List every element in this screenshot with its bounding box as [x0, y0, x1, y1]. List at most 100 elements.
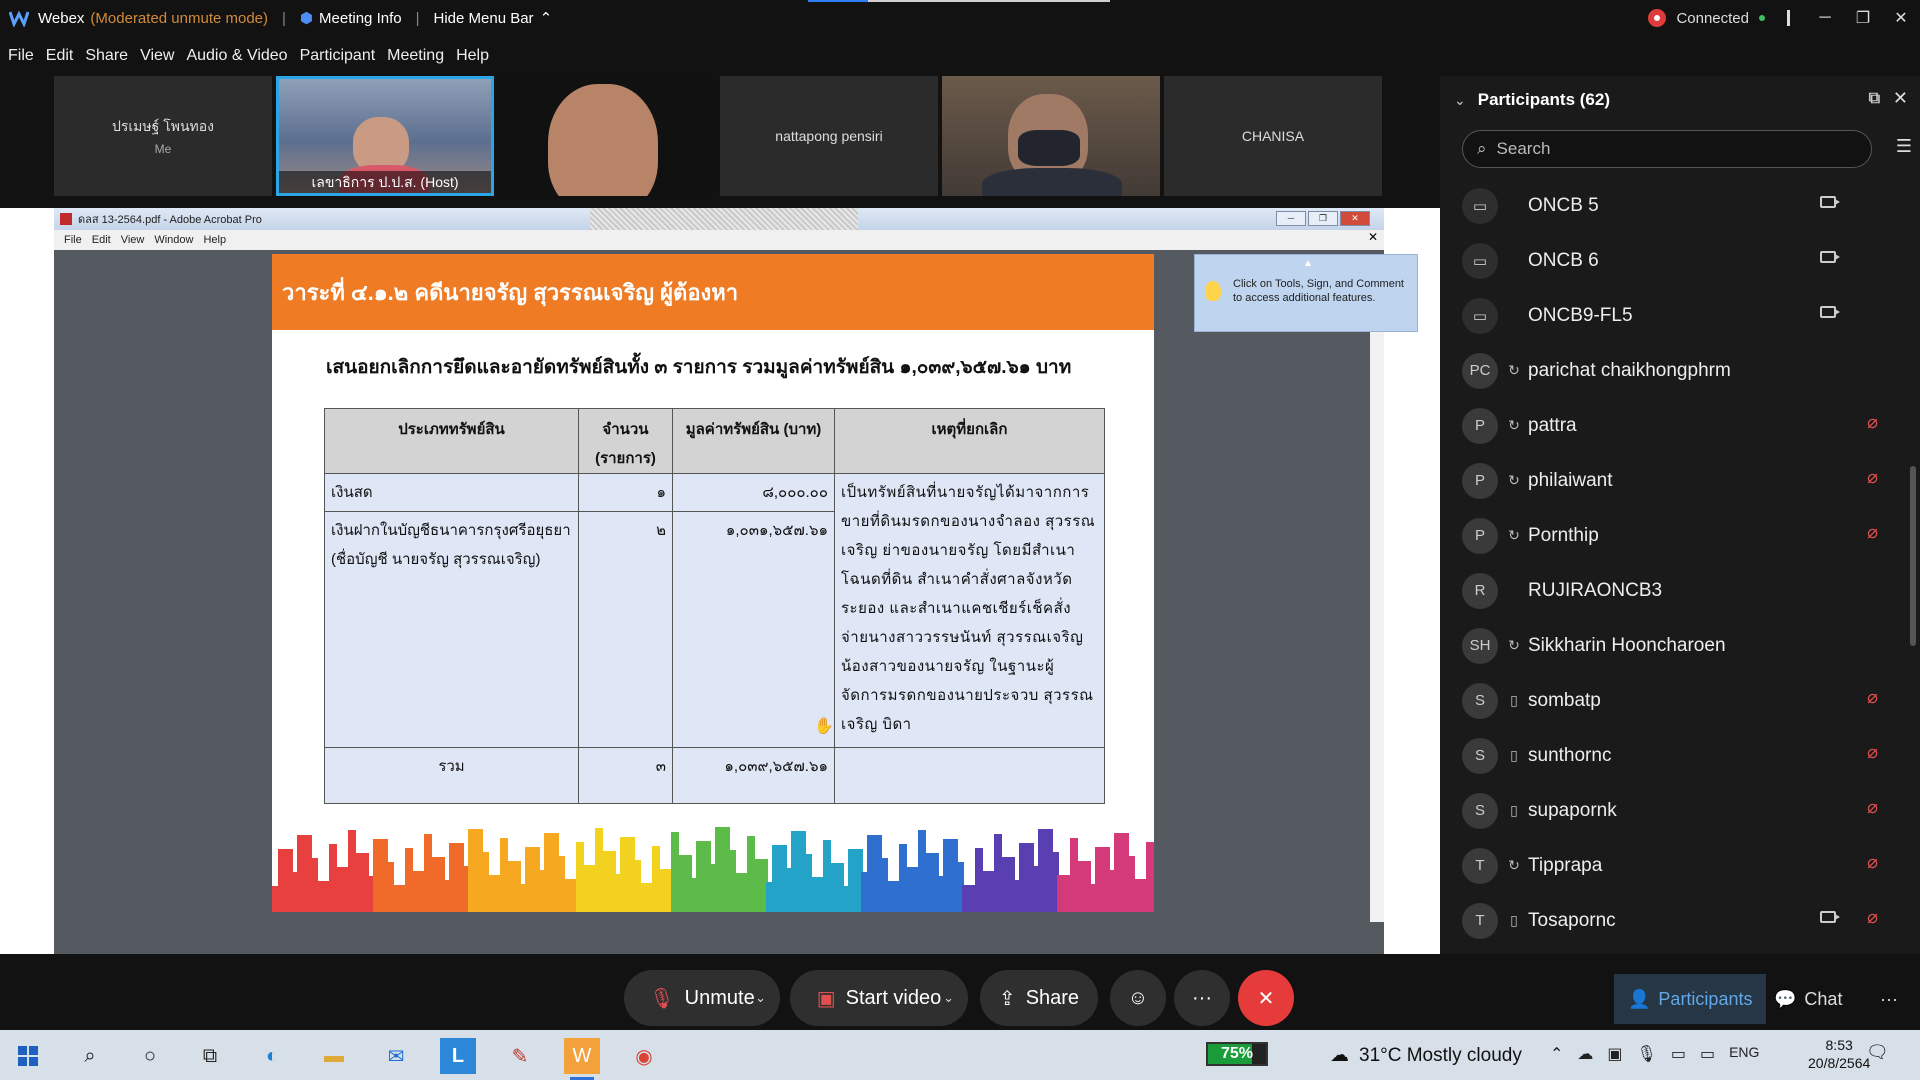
clock[interactable]: 8:53 20/8/2564 — [1808, 1036, 1870, 1072]
acrobat-menu-window[interactable]: Window — [154, 234, 193, 246]
start-video-button[interactable]: ▣ Start video ⌄ — [790, 970, 968, 1026]
skyline-building — [620, 837, 635, 912]
file-explorer-icon[interactable]: ▬ — [316, 1038, 352, 1074]
chrome-icon[interactable]: ◉ — [626, 1038, 662, 1074]
reactions-button[interactable]: ☺ — [1110, 970, 1166, 1026]
menu-edit[interactable]: Edit — [46, 47, 74, 65]
minimize-button[interactable]: ─ — [1806, 0, 1844, 36]
participant-row[interactable]: S ▯ supapornk ⌀ — [1440, 783, 1906, 838]
camera-icon[interactable]: ▣ — [1607, 1044, 1622, 1064]
acrobat-close-button[interactable]: ✕ — [1340, 211, 1370, 226]
windows-start-icon[interactable] — [10, 1038, 46, 1074]
acrobat-minimize-button[interactable]: ─ — [1276, 211, 1306, 226]
acrobat-restore-button[interactable]: ❐ — [1308, 211, 1338, 226]
muted-mic-icon[interactable]: ⌀ — [1867, 467, 1878, 488]
acrobat-menu-edit[interactable]: Edit — [92, 234, 111, 246]
menu-help[interactable]: Help — [456, 47, 489, 65]
muted-mic-icon[interactable]: ⌀ — [1867, 852, 1878, 873]
line-app-icon[interactable]: L — [440, 1038, 476, 1074]
close-window-button[interactable]: ✕ — [1882, 0, 1920, 36]
sort-icon[interactable]: ☰ — [1896, 136, 1912, 157]
restore-button[interactable]: ❐ — [1844, 0, 1882, 36]
battery-icon[interactable]: ▭ — [1671, 1044, 1686, 1064]
more-options-button[interactable]: ··· — [1174, 970, 1230, 1026]
panel-more-button[interactable]: ··· — [1866, 974, 1912, 1024]
thumbnail-participant-5[interactable] — [942, 76, 1160, 196]
thumbnail-chanisa[interactable]: CHANISA — [1164, 76, 1382, 196]
participant-row[interactable]: SH ↻ Sikkharin Hooncharoen — [1440, 618, 1906, 673]
menu-meeting[interactable]: Meeting — [387, 47, 444, 65]
notification-icon[interactable]: 🗨 — [1866, 1042, 1889, 1063]
muted-mic-icon[interactable]: ⌀ — [1867, 907, 1878, 928]
chevron-down-icon[interactable]: ⌄ — [943, 990, 954, 1006]
participant-row[interactable]: ▭ ONCB 5 — [1440, 178, 1906, 233]
webex-taskbar-icon[interactable]: W — [564, 1038, 600, 1080]
tools-tip[interactable]: ▲ Click on Tools, Sign, and Comment to a… — [1194, 254, 1418, 332]
participant-row[interactable]: S ▯ sombatp ⌀ — [1440, 673, 1906, 728]
participant-row[interactable]: T ▯ Tosapornc ⌀ — [1440, 893, 1906, 948]
participant-row[interactable]: T ↻ Tipprapa ⌀ — [1440, 838, 1906, 893]
participant-row[interactable]: P ↻ Pornthip ⌀ — [1440, 508, 1906, 563]
participant-row[interactable]: PC ↻ parichat chaikhongphrm — [1440, 343, 1906, 398]
menu-participant[interactable]: Participant — [300, 47, 376, 65]
participant-search-input[interactable]: ⌕ Search — [1462, 130, 1872, 168]
participant-row[interactable]: ▭ ONCB 6 — [1440, 233, 1906, 288]
participant-row[interactable]: R RUJIRAONCB3 — [1440, 563, 1906, 618]
chevron-down-icon[interactable]: ⌄ — [1454, 92, 1466, 109]
menu-share[interactable]: Share — [85, 47, 128, 65]
cortana-icon[interactable]: ○ — [132, 1038, 168, 1074]
participant-name: ONCB9-FL5 — [1528, 304, 1633, 326]
task-view-icon[interactable]: ⧉ — [192, 1038, 228, 1074]
thumbnail-host[interactable]: เลขาธิการ ป.ป.ส. (Host) — [276, 76, 494, 196]
battery-indicator[interactable]: 75% — [1206, 1042, 1268, 1066]
chat-button[interactable]: 💬 Chat — [1760, 974, 1856, 1024]
thumbnail-participant-3[interactable] — [498, 76, 716, 196]
thumbnail-self[interactable]: ปรเมษฐ์ โพนทอง Me — [54, 76, 272, 196]
participant-row[interactable]: S ▯ sunthornc ⌀ — [1440, 728, 1906, 783]
meeting-info-button[interactable]: ⬢ Meeting Info — [300, 9, 402, 28]
popout-icon[interactable]: ⧉ — [1869, 90, 1880, 108]
close-document-icon[interactable]: ✕ — [1368, 230, 1378, 244]
participants-header[interactable]: ⌄ Participants (62) ⧉ ✕ — [1440, 76, 1920, 124]
muted-mic-icon[interactable]: ⌀ — [1867, 742, 1878, 763]
chevron-up-icon: ⌃ — [539, 10, 553, 27]
microphone-icon[interactable]: 🎙 — [1637, 1044, 1657, 1064]
participant-scrollbar[interactable] — [1910, 466, 1916, 646]
recording-icon[interactable] — [1648, 9, 1667, 27]
menu-file[interactable]: File — [8, 47, 34, 65]
acrobat-menu-help[interactable]: Help — [203, 234, 226, 246]
acrobat-menu-bar: File Edit View Window Help — [54, 230, 1384, 250]
acrobat-menu-view[interactable]: View — [121, 234, 145, 246]
search-icon[interactable]: ⌕ — [72, 1038, 108, 1074]
muted-mic-icon[interactable]: ⌀ — [1867, 797, 1878, 818]
acrobat-scrollbar[interactable] — [1370, 258, 1384, 922]
network-icon[interactable]: ▭ — [1700, 1044, 1715, 1064]
skyline-building — [848, 849, 863, 912]
participant-list[interactable]: ▭ ONCB 5 ▭ ONCB 6 ▭ ONCB9-FL5 PC ↻ parichat chai… — [1440, 178, 1906, 954]
muted-mic-icon[interactable]: ⌀ — [1867, 522, 1878, 543]
unmute-button[interactable]: 🎙 Unmute ⌄ — [624, 970, 780, 1026]
hide-menu-bar-button[interactable]: Hide Menu Bar ⌃ — [434, 9, 553, 28]
leave-meeting-button[interactable]: ✕ — [1238, 970, 1294, 1026]
muted-mic-icon[interactable]: ⌀ — [1867, 687, 1878, 708]
chevron-up-icon[interactable]: ⌃ — [1550, 1044, 1563, 1064]
thumbnail-nattapong[interactable]: nattapong pensiri — [720, 76, 938, 196]
close-panel-icon[interactable]: ✕ — [1893, 88, 1908, 109]
collapse-tip-icon[interactable]: ▲ — [1303, 257, 1313, 271]
language-indicator[interactable]: ENG — [1729, 1044, 1759, 1064]
participants-tab-button[interactable]: 👤 Participants — [1614, 974, 1767, 1024]
onedrive-icon[interactable]: ☁ — [1577, 1044, 1593, 1064]
menu-view[interactable]: View — [140, 47, 174, 65]
chevron-down-icon[interactable]: ⌄ — [755, 990, 766, 1006]
acrobat-menu-file[interactable]: File — [64, 234, 82, 246]
weather-widget[interactable]: ☁ 31°C Mostly cloudy — [1330, 1044, 1522, 1067]
participant-row[interactable]: P ↻ philaiwant ⌀ — [1440, 453, 1906, 508]
share-button[interactable]: ⇪ Share — [980, 970, 1098, 1026]
menu-audio-video[interactable]: Audio & Video — [186, 47, 287, 65]
participant-row[interactable]: P ↻ pattra ⌀ — [1440, 398, 1906, 453]
paint-app-icon[interactable]: ✎ — [502, 1038, 538, 1074]
mail-icon[interactable]: ✉ — [378, 1038, 414, 1074]
participant-row[interactable]: ▭ ONCB9-FL5 — [1440, 288, 1906, 343]
muted-mic-icon[interactable]: ⌀ — [1867, 412, 1878, 433]
edge-browser-icon[interactable]: ◐ — [254, 1038, 290, 1074]
